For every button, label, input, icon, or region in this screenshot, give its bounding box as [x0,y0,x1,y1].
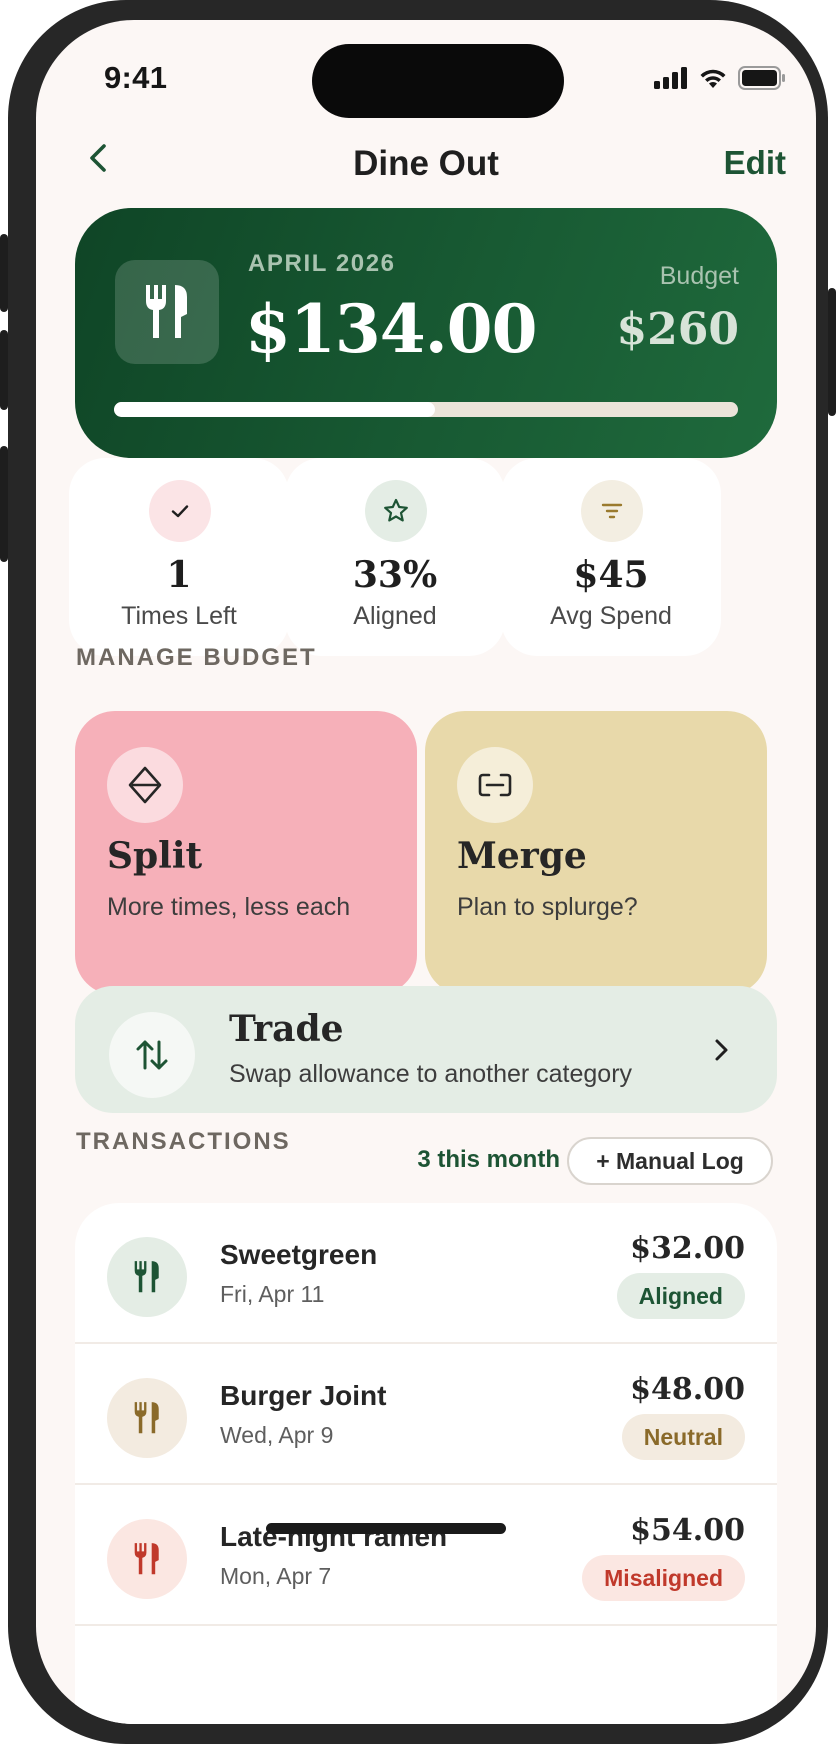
stat-label: Avg Spend [550,602,672,630]
chevron-right-icon [715,1039,728,1061]
transactions-heading: TRANSACTIONS [76,1128,291,1155]
stat-value: 1 [166,554,192,596]
merge-card[interactable]: Merge Plan to splurge? [425,711,767,995]
status-badge: Misaligned [582,1555,745,1601]
fork-knife-icon [115,260,219,364]
transaction-amount: $32.00 [630,1231,745,1266]
volume-up-button [0,330,8,410]
trade-title: Trade [229,1008,344,1050]
check-icon [149,480,211,542]
fork-knife-icon [107,1519,187,1599]
split-card[interactable]: Split More times, less each [75,711,417,995]
transaction-date: Mon, Apr 7 [220,1563,332,1589]
split-title: Split [107,835,203,877]
budget-progress-fill [114,402,436,417]
wifi-icon [700,69,726,88]
manual-log-button[interactable]: + Manual Log [567,1137,773,1185]
volume-down-button [0,446,8,562]
transactions-list: Sweetgreen Fri, Apr 11 $32.00 Aligned Bu… [75,1203,777,1724]
screen: 9:41 Dine Out Edit APRIL 2026 $134.00 Bu… [36,20,816,1724]
stat-times-left: 1 Times Left [69,458,289,656]
stat-value: $45 [573,554,649,596]
page-title: Dine Out [353,144,499,183]
home-indicator [266,1523,506,1534]
fork-knife-icon [107,1378,187,1458]
stat-label: Times Left [121,602,237,630]
transaction-amount: $54.00 [630,1513,745,1548]
budget-value: $260 [616,304,739,355]
transaction-row[interactable]: Burger Joint Wed, Apr 9 $48.00 Neutral [75,1344,777,1485]
status-badge: Aligned [616,1273,745,1319]
month-label: APRIL 2026 [248,250,396,277]
power-button [828,288,836,416]
fork-knife-icon [107,1237,187,1317]
phone-frame: 9:41 Dine Out Edit APRIL 2026 $134.00 Bu… [0,0,836,1744]
transaction-row[interactable]: Sweetgreen Fri, Apr 11 $32.00 Aligned [75,1203,777,1344]
signal-icon [654,67,687,89]
budget-label: Budget [659,262,739,290]
transaction-name: Burger Joint [220,1380,387,1411]
star-icon [365,480,427,542]
merge-title: Merge [457,835,587,877]
transaction-date: Fri, Apr 11 [220,1281,325,1307]
transaction-name: Sweetgreen [220,1239,378,1270]
transaction-date: Wed, Apr 9 [220,1422,334,1448]
trade-card[interactable]: Trade Swap allowance to another category [75,986,777,1113]
transactions-count: 3 this month [417,1146,560,1173]
status-icons [654,66,786,90]
swap-arrows-icon [109,1012,195,1098]
merge-subtitle: Plan to splurge? [457,893,638,921]
transaction-row[interactable]: Late-night ramen Mon, Apr 7 $54.00 Misal… [75,1485,777,1626]
battery-icon [738,66,785,90]
stat-aligned: 33% Aligned [285,458,505,656]
split-icon [107,747,183,823]
dynamic-island [312,44,564,118]
filter-icon [581,480,643,542]
merge-icon [457,747,533,823]
budget-summary-card: APRIL 2026 $134.00 Budget $260 [75,208,777,458]
spent-amount: $134.00 [245,290,538,368]
trade-subtitle: Swap allowance to another category [229,1060,633,1088]
status-time: 9:41 [104,60,168,95]
stat-label: Aligned [353,602,437,630]
split-subtitle: More times, less each [107,893,351,921]
status-badge: Neutral [621,1414,745,1460]
edit-button[interactable]: Edit [724,144,786,182]
budget-progress-bar [114,402,738,417]
manage-budget-heading: MANAGE BUDGET [76,644,317,671]
stat-avg-spend: $45 Avg Spend [501,458,721,656]
stat-value: 33% [352,554,438,596]
action-button [0,234,8,312]
transaction-amount: $48.00 [630,1372,745,1407]
